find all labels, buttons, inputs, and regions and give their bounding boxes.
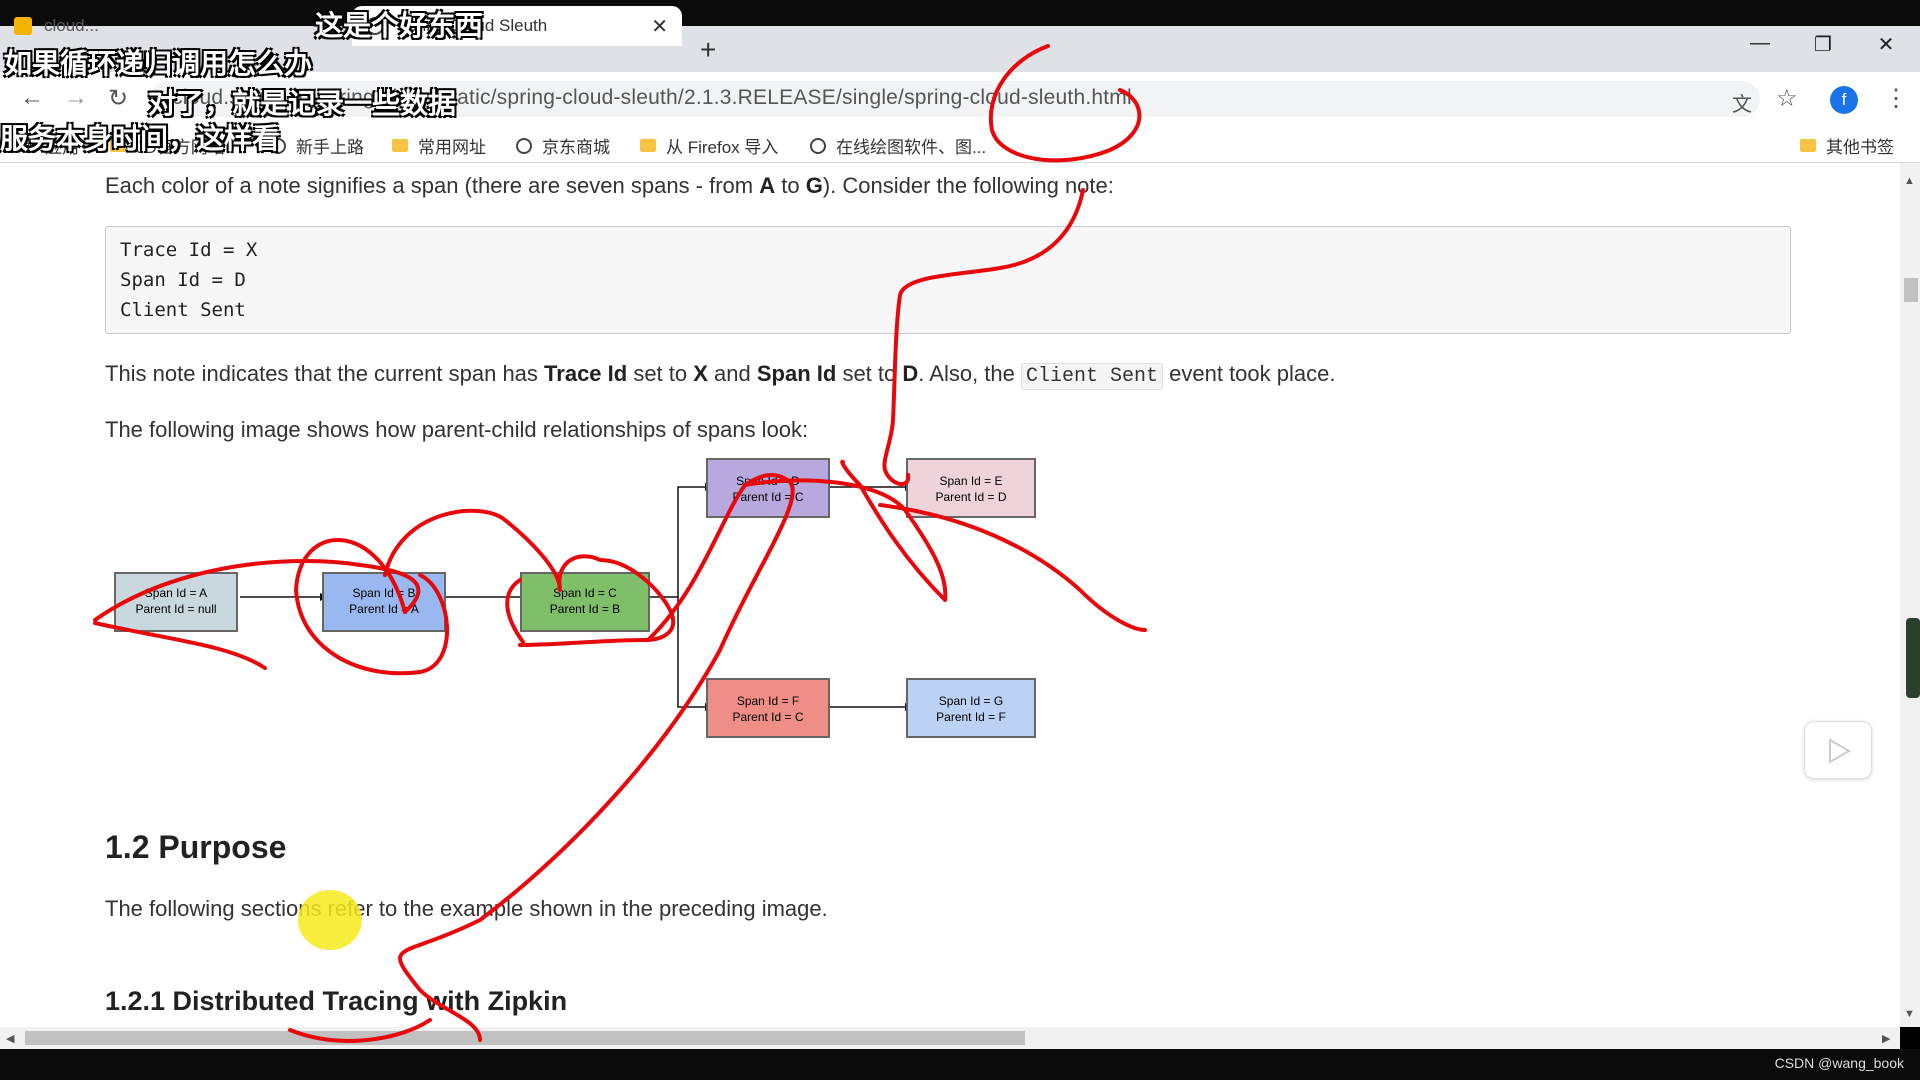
scroll-up-icon[interactable]: ▲ <box>1904 175 1915 187</box>
node-d-line2: Parent Id = C <box>732 490 803 504</box>
bottom-black-bar <box>0 1049 1920 1080</box>
globe-icon <box>516 137 532 154</box>
inline-code: Client Sent <box>1021 363 1164 390</box>
play-icon <box>1829 738 1851 764</box>
bookmark-star-icon[interactable]: ☆ <box>1776 84 1798 113</box>
subtitle-line: 这是个好东西 <box>315 10 484 41</box>
code-line: Span Id = D <box>120 269 246 291</box>
restore-button[interactable]: ❐ <box>1803 32 1843 57</box>
play-button[interactable] <box>1804 721 1872 779</box>
subtitle-line: 对了，就是记录一些数据 <box>148 88 457 119</box>
page-content: Each color of a note signifies a span (t… <box>0 163 1900 1027</box>
node-d: Span Id = D Parent Id = C <box>706 458 830 518</box>
bookmark-other[interactable]: 其他书签 <box>1800 133 1894 158</box>
node-a: Span Id = A Parent Id = null <box>114 572 238 632</box>
node-f-line2: Parent Id = C <box>732 710 803 724</box>
node-e-line1: Span Id = E <box>939 474 1002 488</box>
menu-kebab-icon[interactable]: ⋮ <box>1884 84 1908 113</box>
side-widget[interactable] <box>1906 618 1920 698</box>
edge-c-f <box>677 597 705 708</box>
node-d-line1: Span Id = D <box>736 474 800 488</box>
node-f-line1: Span Id = F <box>737 694 799 708</box>
minimize-button[interactable]: — <box>1740 32 1780 55</box>
node-a-line1: Span Id = A <box>145 586 207 600</box>
forward-arrow-icon[interactable]: → <box>64 84 88 112</box>
node-c: Span Id = C Parent Id = B <box>520 572 650 632</box>
reload-icon[interactable]: ↻ <box>108 84 128 113</box>
image-intro-paragraph: The following image shows how parent-chi… <box>105 417 809 442</box>
code-line: Client Sent <box>120 299 246 321</box>
node-g-line1: Span Id = G <box>939 694 1003 708</box>
scroll-down-icon[interactable]: ▼ <box>1904 1008 1915 1020</box>
globe-icon <box>810 137 826 154</box>
node-f-box <box>706 678 830 738</box>
folder-icon <box>640 139 656 152</box>
code-line: Trace Id = X <box>120 239 258 261</box>
node-e-line2: Parent Id = D <box>935 490 1006 504</box>
heading-purpose: 1.2 Purpose <box>105 829 287 865</box>
node-g-line2: Parent Id = F <box>936 710 1006 724</box>
back-arrow-icon[interactable]: ← <box>20 84 44 112</box>
node-e: Span Id = E Parent Id = D <box>906 458 1036 518</box>
node-b-line1: Span Id = B <box>352 586 415 600</box>
purpose-paragraph: The following sections refer to the exam… <box>105 896 828 921</box>
tab-title: cloud... <box>44 16 99 35</box>
node-g: Span Id = G Parent Id = F <box>906 678 1036 738</box>
tab-favicon-icon <box>14 17 32 35</box>
span-relationship-diagram: Span Id = A Parent Id = null Span Id = B… <box>114 458 1036 738</box>
watermark: CSDN @wang_book <box>1774 1055 1904 1071</box>
bookmark-firefox-import[interactable]: 从 Firefox 导入 <box>640 133 778 158</box>
folder-icon <box>392 139 408 152</box>
close-window-button[interactable]: ✕ <box>1866 32 1906 57</box>
intro-paragraph: Each color of a note signifies a span (t… <box>105 173 1114 198</box>
vertical-scroll-thumb[interactable] <box>1904 278 1918 302</box>
edge-c-d <box>677 486 705 597</box>
translate-icon[interactable]: 文 <box>1732 88 1752 117</box>
horizontal-scroll-thumb[interactable] <box>25 1031 1025 1045</box>
bookmark-online-drawing[interactable]: 在线绘图软件、图... <box>810 133 986 158</box>
node-a-line2: Parent Id = null <box>135 602 216 616</box>
note-paragraph: This note indicates that the current spa… <box>105 361 1336 390</box>
bookmark-jd-mall[interactable]: 京东商城 <box>516 133 610 158</box>
code-block: Trace Id = X Span Id = D Client Sent <box>105 226 1791 334</box>
node-d-box <box>706 458 830 518</box>
node-b-line2: Parent Id = A <box>349 602 419 616</box>
subtitle-line: 服务本身时间，这样看 <box>0 123 281 154</box>
close-tab-icon[interactable]: ✕ <box>651 14 668 39</box>
folder-icon <box>1800 139 1816 152</box>
profile-avatar[interactable]: f <box>1830 86 1858 114</box>
subtitle-line: 如果循环递归调用怎么办 <box>4 48 313 79</box>
node-g-box <box>906 678 1036 738</box>
tab-cloud[interactable]: cloud... ✕ <box>0 6 350 46</box>
node-c-line2: Parent Id = B <box>550 602 620 616</box>
bookmark-common-sites[interactable]: 常用网址 <box>392 133 486 158</box>
node-e-box <box>906 458 1036 518</box>
new-tab-button[interactable]: + <box>700 34 716 66</box>
node-b: Span Id = B Parent Id = A <box>322 572 446 632</box>
bookmark-newbie[interactable]: 新手上路 <box>270 133 364 158</box>
heading-zipkin: 1.2.1 Distributed Tracing with Zipkin <box>105 986 568 1016</box>
scroll-right-icon[interactable]: ▶ <box>1882 1032 1890 1045</box>
node-f: Span Id = F Parent Id = C <box>706 678 830 738</box>
scroll-left-icon[interactable]: ◀ <box>6 1032 14 1045</box>
node-c-line1: Span Id = C <box>553 586 617 600</box>
